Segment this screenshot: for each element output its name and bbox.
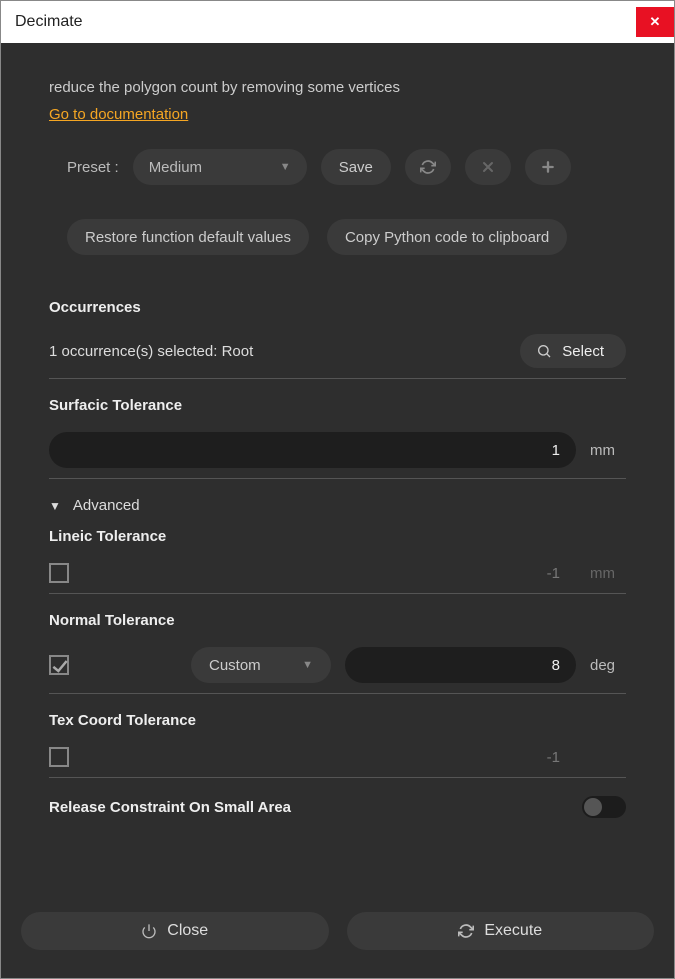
action-row: Restore function default values Copy Pyt… (67, 219, 626, 255)
footer: Close Execute (21, 912, 654, 950)
tex-checkbox[interactable] (49, 747, 69, 767)
lineic-value: -1 (83, 565, 576, 582)
divider (49, 777, 626, 778)
toggle-knob (584, 798, 602, 816)
surfacic-row: mm (49, 432, 626, 468)
surfacic-unit: mm (590, 442, 626, 459)
close-icon[interactable]: ✕ (636, 7, 674, 37)
delete-preset-button[interactable] (465, 149, 511, 185)
preset-row: Preset : Medium ▼ Save (67, 149, 626, 185)
window-title: Decimate (15, 13, 83, 31)
preset-dropdown[interactable]: Medium ▼ (133, 149, 307, 185)
refresh-icon (420, 159, 436, 175)
tex-value: -1 (83, 749, 576, 766)
execute-button[interactable]: Execute (347, 912, 655, 950)
divider (49, 378, 626, 379)
divider (49, 593, 626, 594)
search-icon (536, 343, 552, 359)
occurrences-title: Occurrences (49, 299, 626, 316)
normal-row: Custom ▼ deg (49, 647, 626, 683)
close-label: Close (167, 922, 208, 940)
lineic-title: Lineic Tolerance (49, 528, 626, 545)
refresh-preset-button[interactable] (405, 149, 451, 185)
select-occurrences-button[interactable]: Select (520, 334, 626, 368)
normal-checkbox[interactable] (49, 655, 69, 675)
normal-mode-dropdown[interactable]: Custom ▼ (191, 647, 331, 683)
lineic-row: -1 mm (49, 563, 626, 583)
add-preset-button[interactable] (525, 149, 571, 185)
close-button[interactable]: Close (21, 912, 329, 950)
tex-title: Tex Coord Tolerance (49, 712, 626, 729)
preset-label: Preset : (67, 159, 119, 176)
occurrences-row: 1 occurrence(s) selected: Root Select (49, 334, 626, 368)
surfacic-input[interactable] (49, 432, 576, 468)
advanced-expander[interactable]: ▼ Advanced (49, 497, 626, 514)
normal-value-input[interactable] (345, 647, 576, 683)
surfacic-title: Surfacic Tolerance (49, 397, 626, 414)
power-icon (141, 923, 157, 939)
normal-mode-value: Custom (209, 657, 261, 674)
titlebar: Decimate ✕ (1, 1, 674, 43)
chevron-down-icon: ▼ (302, 659, 313, 671)
release-title: Release Constraint On Small Area (49, 799, 291, 816)
advanced-label: Advanced (73, 497, 140, 514)
select-label: Select (562, 343, 604, 360)
divider (49, 693, 626, 694)
occurrences-text: 1 occurrence(s) selected: Root (49, 343, 253, 360)
refresh-icon (458, 923, 474, 939)
check-icon (50, 656, 70, 676)
preset-value: Medium (149, 159, 202, 176)
plus-icon (540, 159, 556, 175)
tex-row: -1 (49, 747, 626, 767)
restore-defaults-button[interactable]: Restore function default values (67, 219, 309, 255)
documentation-link[interactable]: Go to documentation (49, 106, 188, 123)
description-text: reduce the polygon count by removing som… (49, 79, 626, 96)
chevron-down-icon: ▼ (280, 161, 291, 173)
copy-python-button[interactable]: Copy Python code to clipboard (327, 219, 567, 255)
lineic-checkbox[interactable] (49, 563, 69, 583)
save-preset-button[interactable]: Save (321, 149, 391, 185)
execute-label: Execute (484, 922, 542, 940)
content: reduce the polygon count by removing som… (1, 43, 674, 978)
delete-icon (480, 159, 496, 175)
release-toggle[interactable] (582, 796, 626, 818)
normal-unit: deg (590, 657, 626, 674)
lineic-unit: mm (590, 565, 626, 582)
normal-title: Normal Tolerance (49, 612, 626, 629)
chevron-down-icon: ▼ (49, 499, 61, 513)
divider (49, 478, 626, 479)
release-row: Release Constraint On Small Area (49, 796, 626, 818)
